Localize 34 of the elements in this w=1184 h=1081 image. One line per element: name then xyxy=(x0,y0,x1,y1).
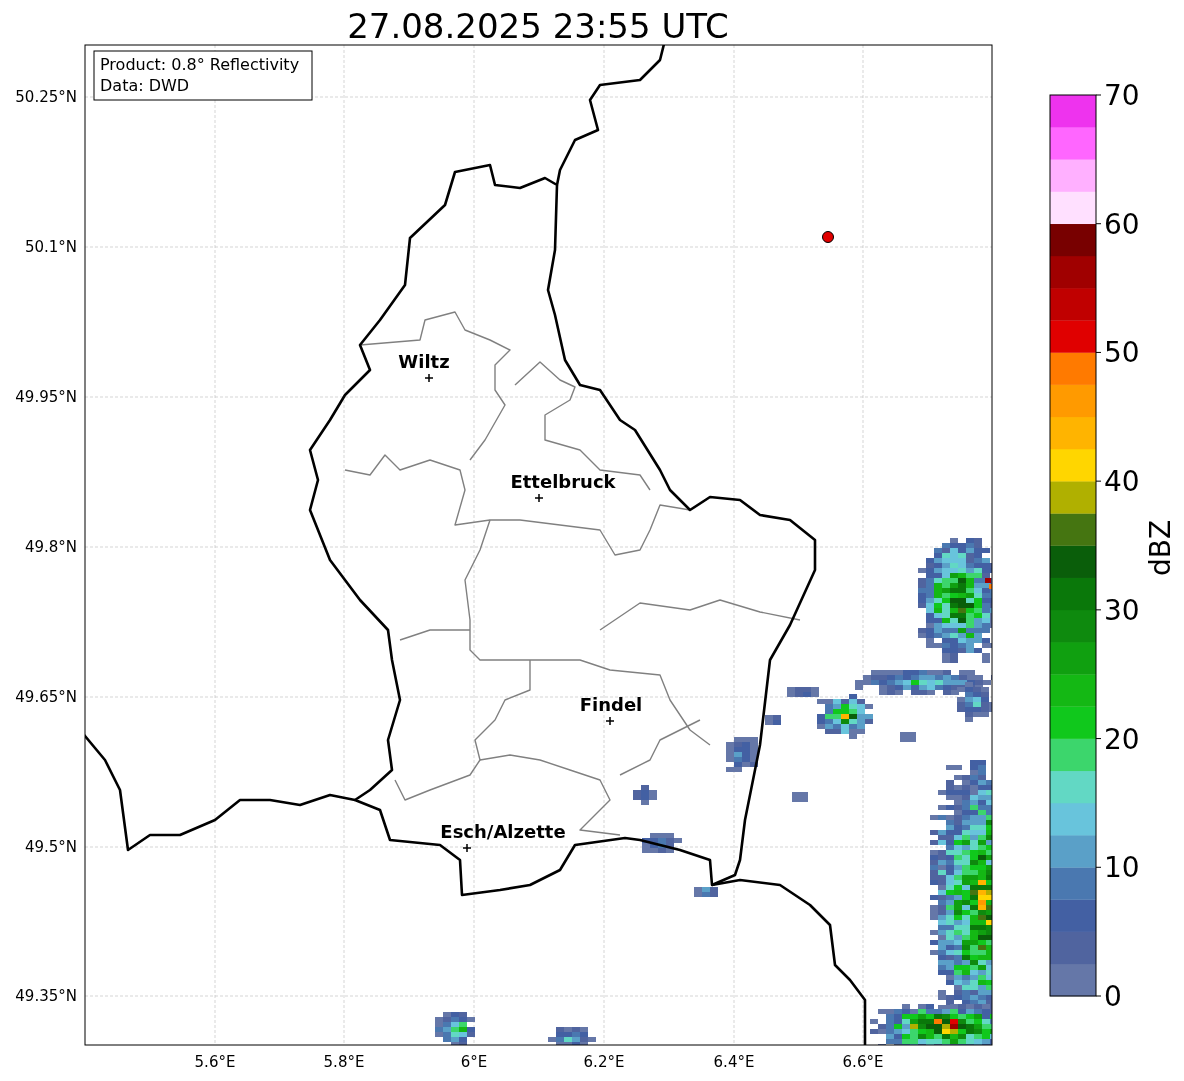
chart-title: 27.08.2025 23:55 UTC xyxy=(347,6,729,46)
city-label: Esch/Alzette xyxy=(440,821,566,842)
latitude-label: 49.65°N xyxy=(15,688,77,706)
city-label: Wiltz xyxy=(398,351,450,372)
latitude-label: 49.8°N xyxy=(24,538,77,556)
colorbar-tick-label: 50 xyxy=(1104,336,1140,370)
city-marker-icon xyxy=(424,373,434,383)
latitude-label: 49.95°N xyxy=(15,388,77,406)
colorbar-tick-label: 30 xyxy=(1104,593,1140,627)
info-text: Data: DWD xyxy=(100,76,190,95)
colorbar-tick-label: 60 xyxy=(1104,207,1140,241)
city-marker-icon xyxy=(462,843,472,853)
colorbar-label: dBZ xyxy=(1144,519,1177,577)
longitude-label: 6.2°E xyxy=(583,1053,625,1071)
longitude-label: 5.8°E xyxy=(323,1053,365,1071)
colorbar-tick-label: 40 xyxy=(1104,465,1140,499)
radar-station-marker xyxy=(822,231,834,243)
latitude-label: 49.5°N xyxy=(24,838,77,856)
city-marker-icon xyxy=(605,716,615,726)
colorbar-tick-label: 20 xyxy=(1104,722,1140,756)
longitude-label: 5.6°E xyxy=(194,1053,236,1071)
info-text: Product: 0.8° Reflectivity xyxy=(100,55,300,74)
latitude-label: 50.1°N xyxy=(24,238,77,256)
colorbar-tick-label: 70 xyxy=(1104,79,1140,112)
colorbar-tick-label: 0 xyxy=(1104,980,1122,1013)
colorbar-tick-label: 10 xyxy=(1104,851,1140,885)
longitude-label: 6.6°E xyxy=(842,1053,884,1071)
latitude-label: 49.35°N xyxy=(15,987,77,1005)
city-label: Findel xyxy=(579,694,643,715)
latitude-label: 50.25°N xyxy=(15,88,77,106)
longitude-label: 6.4°E xyxy=(713,1053,755,1071)
city-marker-icon xyxy=(534,493,544,503)
city-label: Ettelbruck xyxy=(510,471,616,492)
longitude-label: 6°E xyxy=(460,1053,488,1071)
